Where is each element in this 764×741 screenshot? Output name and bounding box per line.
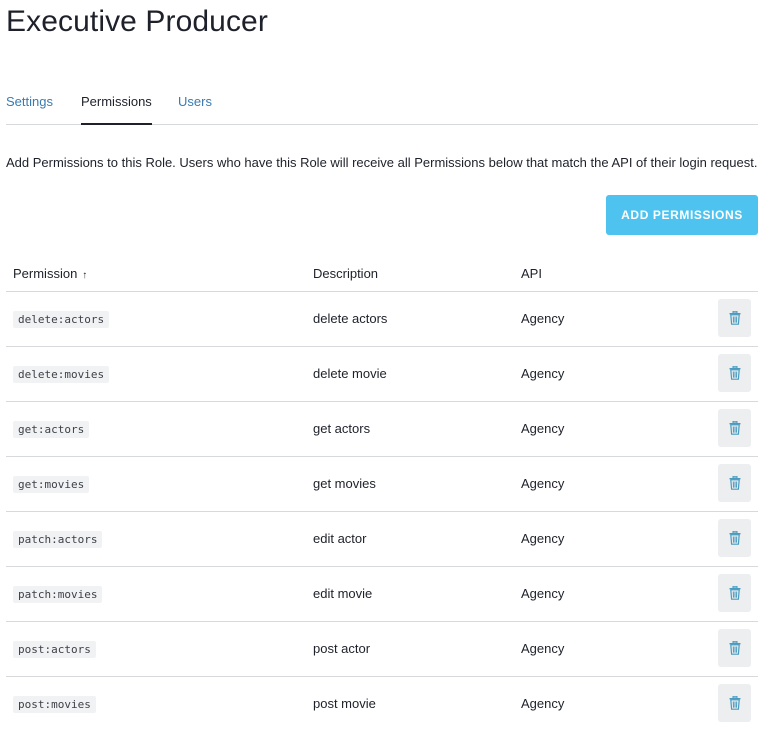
permission-name: post:actors	[13, 641, 96, 658]
permission-name: post:movies	[13, 696, 96, 713]
permission-name: patch:movies	[13, 586, 103, 603]
delete-permission-button[interactable]	[718, 299, 751, 337]
permission-name: delete:actors	[13, 311, 110, 328]
trash-icon	[729, 586, 740, 600]
permissions-table: Permission ↑ Description API delete:actor…	[6, 256, 758, 731]
column-header-permission[interactable]: Permission ↑	[13, 266, 87, 284]
page-title: Executive Producer	[6, 5, 268, 38]
permission-api: Agency	[521, 421, 565, 436]
permission-api: Agency	[521, 641, 565, 656]
table-row: delete:actors delete actors Agency	[6, 292, 758, 347]
delete-permission-button[interactable]	[718, 409, 751, 447]
arrow-up-icon: ↑	[82, 270, 88, 281]
table-row: get:actors get actors Agency	[6, 402, 758, 457]
permission-description: edit movie	[313, 586, 373, 601]
permission-description: post actor	[313, 641, 371, 656]
permission-api: Agency	[521, 366, 565, 381]
trash-icon	[729, 531, 740, 545]
trash-icon	[729, 366, 740, 380]
permission-description: get movies	[313, 476, 376, 491]
trash-icon	[729, 421, 740, 435]
permission-api: Agency	[521, 476, 565, 491]
trash-icon	[729, 476, 740, 490]
tab-users[interactable]: Users	[178, 88, 212, 124]
table-header: Permission ↑ Description API	[6, 256, 758, 292]
trash-icon	[729, 311, 740, 325]
permission-name: get:movies	[13, 476, 90, 493]
role-tabs: Settings Permissions Users	[6, 88, 758, 125]
permission-name: get:actors	[13, 421, 90, 438]
trash-icon	[729, 696, 740, 710]
table-row: post:actors post actor Agency	[6, 622, 758, 677]
permission-api: Agency	[521, 586, 565, 601]
permissions-description: Add Permissions to this Role. Users who …	[6, 155, 758, 170]
permission-description: edit actor	[313, 531, 367, 546]
table-row: post:movies post movie Agency	[6, 677, 758, 731]
permission-api: Agency	[521, 311, 565, 326]
permission-name: delete:movies	[13, 366, 110, 383]
permission-description: get actors	[313, 421, 371, 436]
column-header-permission-label: Permission	[13, 266, 78, 281]
delete-permission-button[interactable]	[718, 629, 751, 667]
permission-api: Agency	[521, 696, 565, 711]
permission-description: delete actors	[313, 311, 388, 326]
tab-permissions[interactable]: Permissions	[81, 88, 152, 125]
permission-name: patch:actors	[13, 531, 103, 548]
column-header-api: API	[521, 266, 542, 281]
table-body: delete:actors delete actors Agency delete:m…	[6, 292, 758, 731]
delete-permission-button[interactable]	[718, 464, 751, 502]
trash-icon	[729, 641, 740, 655]
column-header-description: Description	[313, 266, 379, 281]
delete-permission-button[interactable]	[718, 354, 751, 392]
permission-description: delete movie	[313, 366, 387, 381]
delete-permission-button[interactable]	[718, 519, 751, 557]
permission-api: Agency	[521, 531, 565, 546]
delete-permission-button[interactable]	[718, 574, 751, 612]
table-row: delete:movies delete movie Agency	[6, 347, 758, 402]
add-permissions-button[interactable]: ADD PERMISSIONS	[606, 195, 758, 235]
table-row: patch:actors edit actor Agency	[6, 512, 758, 567]
tab-settings[interactable]: Settings	[6, 88, 53, 124]
table-row: patch:movies edit movie Agency	[6, 567, 758, 622]
permission-description: post movie	[313, 696, 376, 711]
table-row: get:movies get movies Agency	[6, 457, 758, 512]
delete-permission-button[interactable]	[718, 684, 751, 722]
